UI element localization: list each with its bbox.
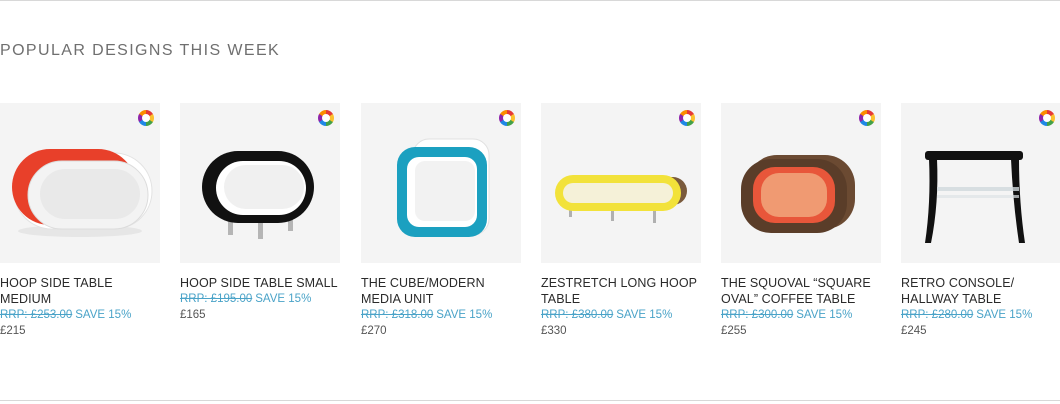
product-card[interactable]: HOOP SIDE TABLE MEDIUM RRP: £253.00 SAVE … [0, 103, 160, 339]
product-name[interactable]: THE SQUOVAL “SQUARE OVAL” COFFEE TABLE [721, 275, 881, 307]
color-options-icon[interactable] [499, 110, 515, 126]
section-title: POPULAR DESIGNS THIS WEEK [0, 42, 281, 59]
rrp-line: RRP: £253.00 SAVE 15% [0, 307, 160, 323]
product-card[interactable]: THE CUBE/MODERN MEDIA UNIT RRP: £318.00 S… [361, 103, 521, 339]
color-options-icon[interactable] [138, 110, 154, 126]
rrp-line: RRP: £318.00 SAVE 15% [361, 307, 521, 323]
popular-designs-section: POPULAR DESIGNS THIS WEEK HOOP SIDE TABL… [0, 0, 1060, 404]
hoop-table-medium-image [12, 149, 153, 237]
rrp-line: RRP: £195.00 SAVE 15% [180, 291, 340, 307]
cube-media-unit-image [397, 138, 490, 237]
product-name[interactable]: HOOP SIDE TABLE MEDIUM [0, 275, 160, 307]
product-image[interactable] [180, 103, 340, 263]
rrp-price: RRP: £380.00 [541, 309, 614, 321]
save-badge: SAVE 15% [75, 309, 132, 321]
product-image[interactable] [901, 103, 1060, 263]
sale-price: £165 [180, 309, 206, 321]
product-image[interactable] [361, 103, 521, 263]
bottom-divider [0, 400, 1060, 401]
save-badge: SAVE 15% [616, 309, 673, 321]
product-image[interactable] [541, 103, 701, 263]
sale-price: £215 [0, 325, 26, 337]
sale-price: £270 [361, 325, 387, 337]
color-options-icon[interactable] [318, 110, 334, 126]
rrp-line: RRP: £380.00 SAVE 15% [541, 307, 701, 323]
squoval-coffee-table-image [741, 155, 855, 233]
save-badge: SAVE 15% [976, 309, 1033, 321]
product-image[interactable] [0, 103, 160, 263]
save-badge: SAVE 15% [255, 293, 312, 305]
sale-price: £255 [721, 325, 747, 337]
rrp-price: RRP: £280.00 [901, 309, 974, 321]
product-name[interactable]: HOOP SIDE TABLE SMALL [180, 275, 340, 291]
product-card[interactable]: ZESTRETCH LONG HOOP TABLE RRP: £380.00 SA… [541, 103, 701, 339]
hoop-table-small-image [202, 151, 314, 239]
rrp-price: RRP: £318.00 [361, 309, 434, 321]
rrp-price: RRP: £300.00 [721, 309, 794, 321]
retro-console-table-image [925, 151, 1025, 243]
rrp-price: RRP: £253.00 [0, 309, 73, 321]
rrp-line: RRP: £300.00 SAVE 15% [721, 307, 881, 323]
color-options-icon[interactable] [679, 110, 695, 126]
rrp-line: RRP: £280.00 SAVE 15% [901, 307, 1060, 323]
color-options-icon[interactable] [1039, 110, 1055, 126]
sale-price: £245 [901, 325, 927, 337]
product-card[interactable]: RETRO CONSOLE/ HALLWAY TABLE RRP: £280.0… [901, 103, 1060, 339]
product-image[interactable] [721, 103, 881, 263]
color-options-icon[interactable] [859, 110, 875, 126]
product-name[interactable]: ZESTRETCH LONG HOOP TABLE [541, 275, 701, 307]
product-name[interactable]: RETRO CONSOLE/ HALLWAY TABLE [901, 275, 1060, 307]
rrp-price: RRP: £195.00 [180, 293, 253, 305]
save-badge: SAVE 15% [436, 309, 493, 321]
product-name[interactable]: THE CUBE/MODERN MEDIA UNIT [361, 275, 521, 307]
product-card[interactable]: THE SQUOVAL “SQUARE OVAL” COFFEE TABLE R… [721, 103, 881, 339]
top-divider [0, 0, 1060, 1]
product-grid: HOOP SIDE TABLE MEDIUM RRP: £253.00 SAVE … [0, 103, 1060, 343]
zestretch-long-hoop-image [555, 175, 687, 223]
sale-price: £330 [541, 325, 567, 337]
product-card[interactable]: HOOP SIDE TABLE SMALL RRP: £195.00 SAVE 1… [180, 103, 340, 323]
save-badge: SAVE 15% [796, 309, 853, 321]
